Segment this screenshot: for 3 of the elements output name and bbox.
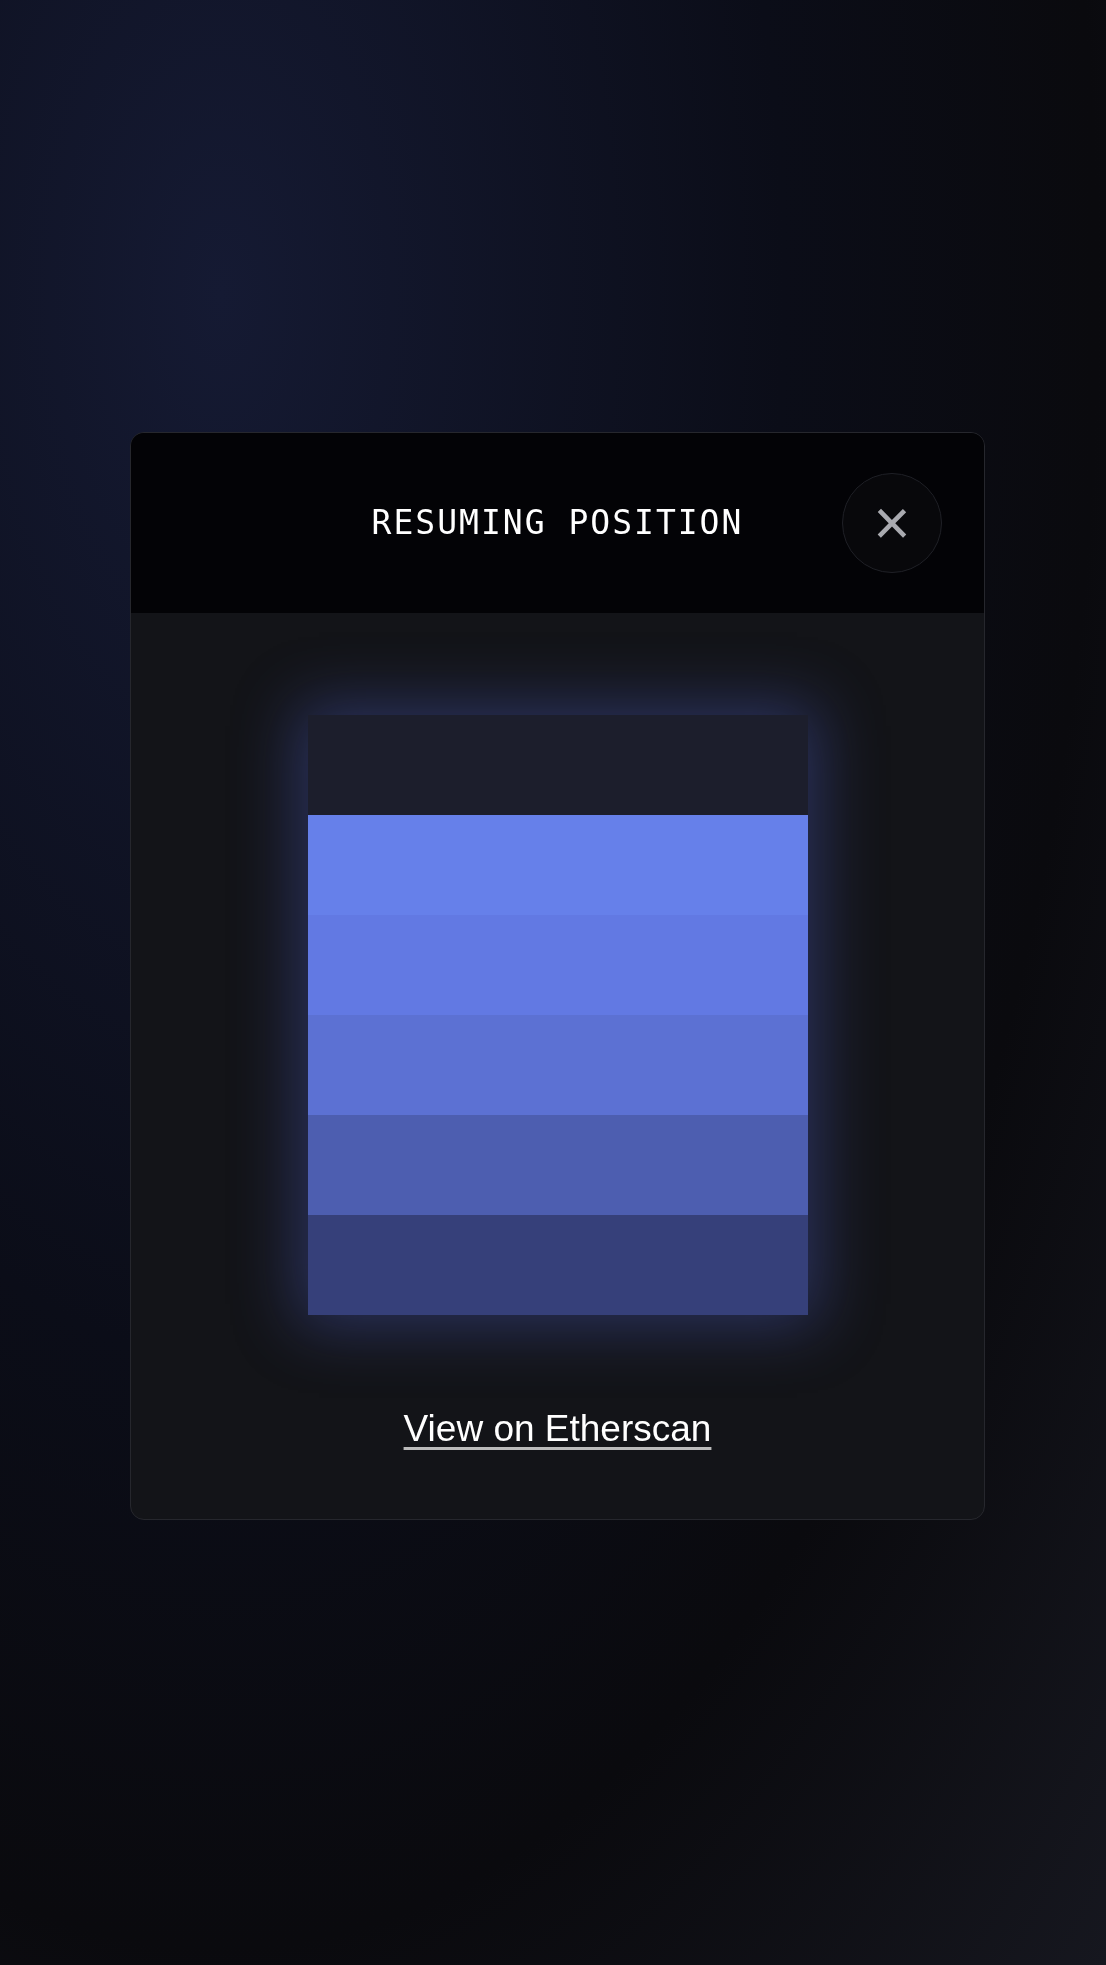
close-button[interactable]: × xyxy=(842,473,942,573)
dialog-title: RESUMING POSITION xyxy=(371,502,744,545)
etherscan-link[interactable]: View on Etherscan xyxy=(403,1401,712,1457)
